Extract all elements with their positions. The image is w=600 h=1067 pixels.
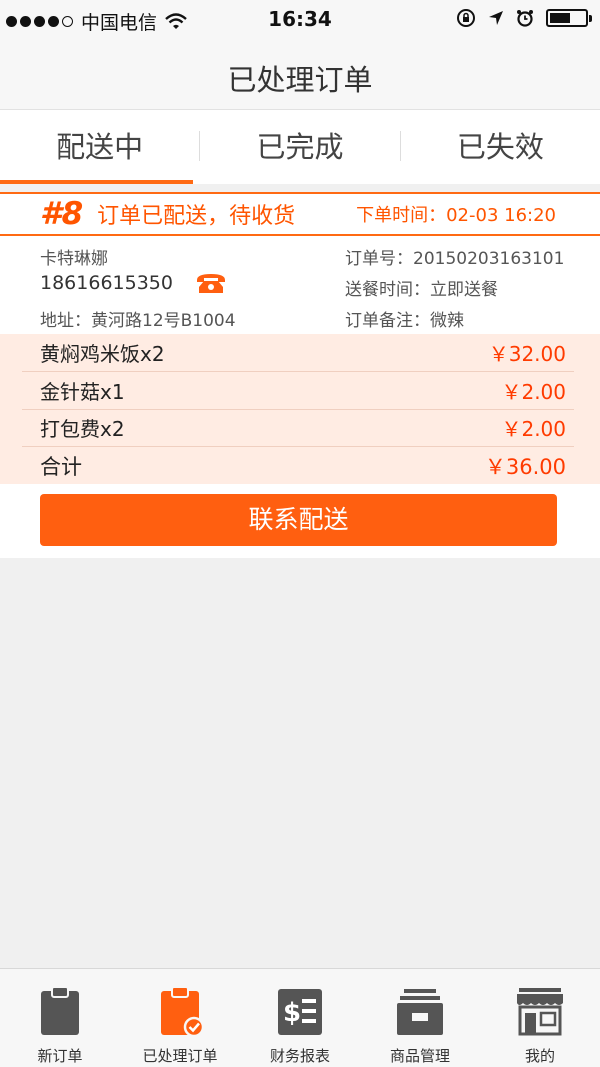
tabbar-label: 商品管理 xyxy=(389,1047,450,1065)
tab-expired[interactable]: 已失效 xyxy=(401,110,600,184)
rotation-lock-icon xyxy=(457,9,475,27)
tab-delivering[interactable]: 配送中 xyxy=(0,110,199,184)
item-price: ￥2.00 xyxy=(501,417,566,441)
tabbar-label: 新订单 xyxy=(37,1047,83,1065)
status-bar: 中国电信 16:34 xyxy=(0,0,600,40)
customer-name: 卡特琳娜 xyxy=(40,249,108,269)
item-name: 金针菇x1 xyxy=(40,380,125,404)
shop-icon xyxy=(517,988,563,1036)
item-price: ￥2.00 xyxy=(501,380,566,404)
tabbar-item-finance[interactable]: $ 财务报表 xyxy=(240,969,360,1067)
item-name: 黄焖鸡米饭x2 xyxy=(40,342,165,366)
tabbar-item-new-orders[interactable]: 新订单 xyxy=(0,969,120,1067)
customer-phone-row: 18616615350 xyxy=(40,272,227,294)
list-item: 打包费x2 ￥2.00 xyxy=(22,409,574,446)
phone-call-icon[interactable] xyxy=(195,272,227,294)
tabbar-label: 我的 xyxy=(524,1047,555,1065)
finance-report-icon: $ xyxy=(278,989,322,1035)
item-name: 打包费x2 xyxy=(40,417,125,441)
svg-text:$: $ xyxy=(283,998,301,1028)
order-status-tabs: 配送中 已完成 已失效 xyxy=(0,110,600,184)
list-item: 黄焖鸡米饭x2 ￥32.00 xyxy=(22,334,574,371)
tabbar-label: 财务报表 xyxy=(269,1047,330,1065)
order-note: 订单备注：微辣 xyxy=(345,311,464,331)
status-icons xyxy=(456,8,592,28)
total-label: 合计 xyxy=(40,454,82,479)
product-box-icon xyxy=(397,989,443,1035)
location-arrow-icon xyxy=(489,11,503,25)
tabbar-item-processed-orders[interactable]: 已处理订单 xyxy=(120,969,240,1067)
tabbar-label: 已处理订单 xyxy=(142,1047,218,1065)
order-total: 合计 ￥36.00 xyxy=(22,447,574,484)
alarm-icon xyxy=(517,10,533,27)
battery-icon xyxy=(546,9,592,27)
list-item: 金针菇x1 ￥2.00 xyxy=(22,372,574,409)
clipboard-icon xyxy=(41,986,79,1035)
customer-info: 卡特琳娜 18616615350 地址：黄河路12号B1004 订单号：2015… xyxy=(0,236,600,332)
tabbar-item-me[interactable]: 我的 xyxy=(480,969,600,1067)
contact-delivery-button[interactable]: 联系配送 xyxy=(40,494,557,546)
order-number: #8 xyxy=(40,196,84,232)
order-time: 下单时间：02-03 16:20 xyxy=(356,205,556,226)
order-header: #8 订单已配送，待收货 下单时间：02-03 16:20 xyxy=(0,192,600,236)
order-items: 黄焖鸡米饭x2 ￥32.00 金针菇x1 ￥2.00 打包费x2 ￥2.00 合… xyxy=(0,334,600,484)
order-no: 订单号：20150203163101 xyxy=(345,249,565,269)
page-title: 已处理订单 xyxy=(0,40,600,110)
customer-phone: 18616615350 xyxy=(40,272,173,294)
bottom-tab-bar: 新订单 已处理订单 $ 财务报表 商品管理 我的 xyxy=(0,968,600,1067)
item-price: ￥32.00 xyxy=(488,342,566,366)
tabbar-item-products[interactable]: 商品管理 xyxy=(360,969,480,1067)
delivery-time: 送餐时间：立即送餐 xyxy=(345,280,498,300)
tab-completed[interactable]: 已完成 xyxy=(200,110,399,184)
total-price: ￥36.00 xyxy=(484,454,566,479)
order-status: 订单已配送，待收货 xyxy=(97,204,296,229)
order-card: #8 订单已配送，待收货 下单时间：02-03 16:20 卡特琳娜 18616… xyxy=(0,192,600,558)
customer-address: 地址：黄河路12号B1004 xyxy=(40,311,236,331)
clipboard-check-icon xyxy=(161,986,205,1038)
